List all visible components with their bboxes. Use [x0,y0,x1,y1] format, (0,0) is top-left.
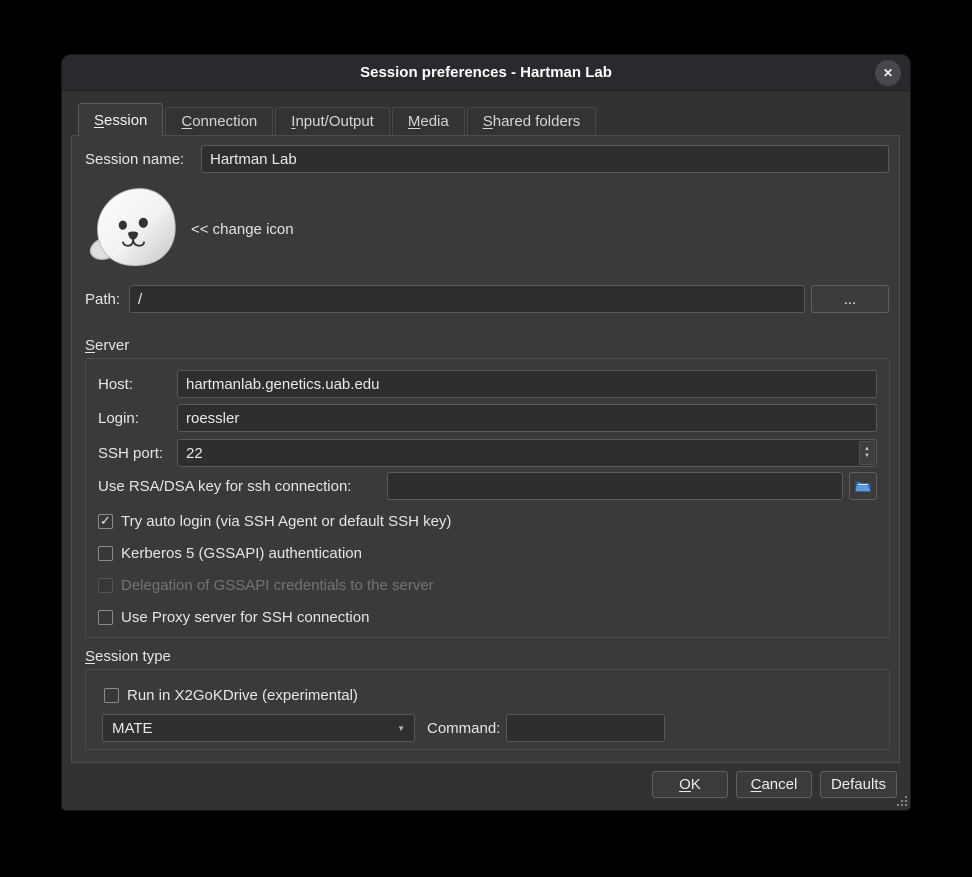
kerberos-label: Kerberos 5 (GSSAPI) authentication [121,545,362,562]
tab-connection[interactable]: Connection [165,107,273,135]
command-input[interactable] [506,714,665,742]
change-icon-label: << change icon [191,221,294,238]
proxy-row: Use Proxy server for SSH connection [98,609,369,625]
tab-bar: Session Connection Input/Output Media Sh… [78,103,598,136]
server-group: Host: Login: SSH port: ▲ ▼ Use RSA/DSA [85,358,890,638]
rsa-key-browse-button[interactable] [849,472,877,500]
rsa-key-row: Use RSA/DSA key for ssh connection: [98,472,877,500]
tab-media[interactable]: Media [392,107,465,135]
login-row: Login: [98,404,877,432]
gssapi-delegation-checkbox [98,578,113,593]
titlebar[interactable]: Session preferences - Hartman Lab ✕ [62,55,910,91]
browse-path-button[interactable]: ... [811,285,889,313]
window-title: Session preferences - Hartman Lab [62,55,910,91]
kerberos-checkbox[interactable] [98,546,113,561]
close-button[interactable]: ✕ [875,60,901,86]
auto-login-label: Try auto login (via SSH Agent or default… [121,513,451,530]
resize-grip-icon[interactable] [896,795,908,807]
kerberos-row: Kerberos 5 (GSSAPI) authentication [98,545,362,561]
server-group-label: Server [85,337,129,354]
gssapi-delegation-row: Delegation of GSSAPI credentials to the … [98,577,434,593]
login-label: Login: [98,410,171,427]
rsa-key-input[interactable] [387,472,843,500]
auto-login-checkbox[interactable]: ✓ [98,514,113,529]
session-name-row: Session name: [85,145,889,173]
close-icon: ✕ [883,66,893,80]
kdrive-row: Run in X2GoKDrive (experimental) [104,687,358,703]
proxy-label: Use Proxy server for SSH connection [121,609,369,626]
dialog-buttons: OK Cancel Defaults [652,771,897,798]
path-label: Path: [85,291,123,308]
dropdown-arrow-icon: ▼ [397,724,405,733]
rsa-key-label: Use RSA/DSA key for ssh connection: [98,478,381,495]
auto-login-row: ✓ Try auto login (via SSH Agent or defau… [98,513,451,529]
kdrive-label: Run in X2GoKDrive (experimental) [127,687,358,704]
session-icon-button[interactable] [86,186,182,268]
host-input[interactable] [177,370,877,398]
proxy-checkbox[interactable] [98,610,113,625]
tab-shared-folders[interactable]: Shared folders [467,107,597,135]
path-row: Path: ... [85,285,889,313]
ok-button[interactable]: OK [652,771,728,798]
session-type-group-label: Session type [85,648,171,665]
path-input[interactable] [129,285,805,313]
host-row: Host: [98,370,877,398]
session-tab-panel: Session name: << [71,135,900,763]
folder-icon [854,479,872,494]
spinner-down-icon[interactable]: ▼ [864,453,870,460]
checkmark-icon: ✓ [100,514,111,527]
tab-input-output[interactable]: Input/Output [275,107,390,135]
defaults-button[interactable]: Defaults [820,771,897,798]
ssh-port-label: SSH port: [98,445,171,462]
ssh-port-spinner[interactable]: ▲ ▼ [859,441,875,465]
ssh-port-input[interactable] [177,439,877,467]
session-type-group: Run in X2GoKDrive (experimental) MATE ▼ … [85,669,890,750]
session-type-selected-value: MATE [112,720,153,737]
kdrive-checkbox[interactable] [104,688,119,703]
session-type-dropdown[interactable]: MATE ▼ [102,714,415,742]
command-label: Command: [427,720,500,737]
login-input[interactable] [177,404,877,432]
spinner-up-icon[interactable]: ▲ [864,446,870,453]
session-name-label: Session name: [85,151,195,168]
cancel-button[interactable]: Cancel [736,771,812,798]
seal-icon [86,186,182,268]
gssapi-delegation-label: Delegation of GSSAPI credentials to the … [121,577,434,594]
desktop-command-row: MATE ▼ Command: [102,714,877,742]
session-name-input[interactable] [201,145,889,173]
session-preferences-window: Session preferences - Hartman Lab ✕ Sess… [62,55,910,810]
tab-session[interactable]: Session [78,103,163,136]
ssh-port-row: SSH port: ▲ ▼ [98,439,877,467]
host-label: Host: [98,376,171,393]
